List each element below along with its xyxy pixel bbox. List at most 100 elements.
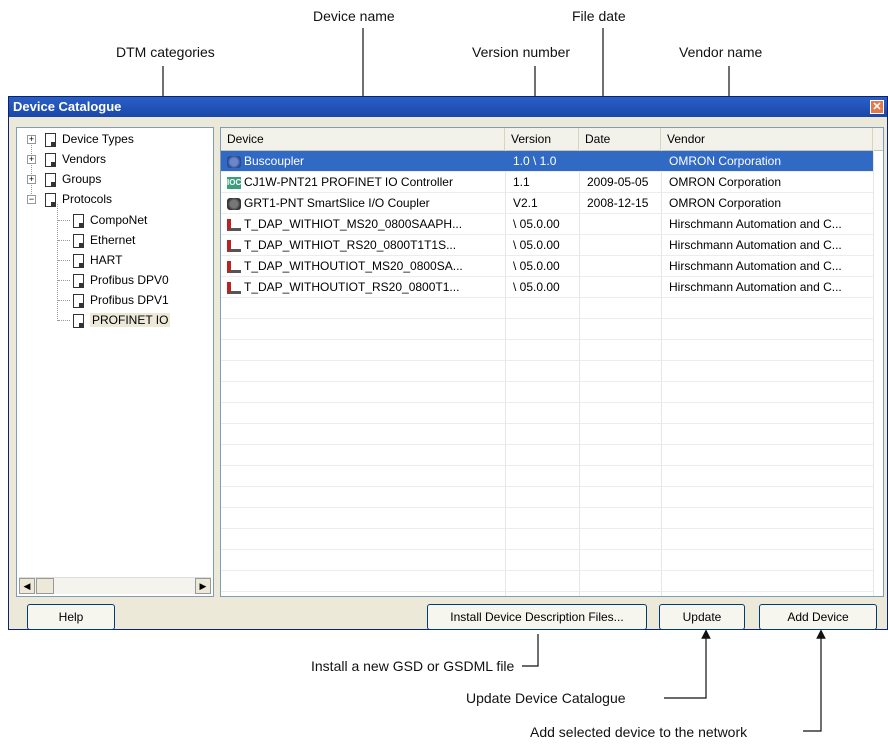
arrow-update: [664, 629, 711, 699]
add-device-button[interactable]: Add Device: [759, 604, 877, 630]
tree-item-componet[interactable]: CompoNet: [73, 211, 147, 229]
dtm-document-icon: [73, 293, 84, 308]
cell-vendor: Hirschmann Automation and C...: [669, 238, 842, 252]
callout-install-gsd: Install a new GSD or GSDML file: [311, 658, 515, 674]
column-header-date[interactable]: Date: [579, 128, 661, 150]
close-icon[interactable]: ✕: [870, 100, 884, 114]
dtm-folder-icon: [45, 172, 56, 187]
callout-update-catalogue: Update Device Catalogue: [466, 690, 626, 706]
tree-connector: [58, 280, 70, 281]
dtm-document-icon: [73, 253, 84, 268]
tree-connector: [58, 260, 70, 261]
tree-item-hart[interactable]: HART: [73, 251, 122, 269]
switch-device-icon: [227, 260, 241, 273]
cell-date: [583, 256, 663, 276]
cell-version: V2.1: [513, 196, 538, 210]
cell-version: 1.1: [513, 175, 530, 189]
cell-device: Buscoupler: [244, 154, 305, 168]
callout-vendor-name: Vendor name: [679, 44, 763, 60]
tree-item-label: Profibus DPV0: [90, 273, 169, 287]
network-device-icon: [227, 155, 241, 168]
column-header-vendor[interactable]: Vendor: [661, 128, 873, 150]
tree-horizontal-scrollbar[interactable]: ◀ ▶: [19, 577, 211, 594]
dtm-folder-icon: [45, 152, 56, 167]
tree-connector: [58, 220, 70, 221]
empty-row: [221, 424, 873, 445]
network-device-icon: [227, 197, 241, 210]
cell-device: T_DAP_WITHIOT_RS20_0800T1T1S...: [244, 238, 457, 252]
switch-device-icon: [227, 218, 241, 231]
help-button[interactable]: Help: [27, 604, 115, 630]
tree-connector: [58, 240, 70, 241]
cell-vendor: Hirschmann Automation and C...: [669, 280, 842, 294]
cell-date: [583, 277, 663, 297]
window-title: Device Catalogue: [13, 99, 122, 114]
cell-device: GRT1-PNT SmartSlice I/O Coupler: [244, 196, 430, 210]
dtm-folder-icon: [45, 192, 56, 207]
ioc-icon: IOC: [227, 176, 242, 189]
scroll-left-icon[interactable]: ◀: [19, 578, 35, 594]
tree-item-profibus-dpv1[interactable]: Profibus DPV1: [73, 291, 169, 309]
cell-device: T_DAP_WITHOUTIOT_RS20_0800T1...: [244, 280, 460, 294]
empty-row: [221, 445, 873, 466]
cell-version: \ 05.0.00: [513, 238, 560, 252]
table-row[interactable]: GRT1-PNT SmartSlice I/O Coupler V2.1 200…: [221, 193, 873, 214]
cell-vendor: Hirschmann Automation and C...: [669, 259, 842, 273]
expand-icon[interactable]: +: [27, 155, 36, 164]
tree-item-profinet-io[interactable]: PROFINET IO: [73, 311, 171, 329]
table-row[interactable]: T_DAP_WITHOUTIOT_RS20_0800T1... \ 05.0.0…: [221, 277, 873, 298]
empty-row: [221, 382, 873, 403]
expand-icon[interactable]: +: [27, 175, 36, 184]
collapse-icon[interactable]: −: [27, 195, 36, 204]
empty-row: [221, 403, 873, 424]
scroll-thumb[interactable]: [36, 578, 54, 594]
empty-row: [221, 298, 873, 319]
empty-row: [221, 319, 873, 340]
tree-item-label: Groups: [62, 172, 102, 186]
tree-item-ethernet[interactable]: Ethernet: [73, 231, 135, 249]
table-row[interactable]: T_DAP_WITHOUTIOT_MS20_0800SA... \ 05.0.0…: [221, 256, 873, 277]
scroll-right-icon[interactable]: ▶: [195, 578, 211, 594]
tree-item-label: Profibus DPV1: [90, 293, 169, 307]
tree-item-label: Protocols: [62, 192, 113, 206]
cell-device: T_DAP_WITHIOT_MS20_0800SAAPH...: [244, 217, 463, 231]
cell-version: \ 05.0.00: [513, 280, 560, 294]
expand-icon[interactable]: +: [27, 135, 36, 144]
table-row[interactable]: T_DAP_WITHIOT_RS20_0800T1T1S... \ 05.0.0…: [221, 235, 873, 256]
table-row-selected[interactable]: Buscoupler 1.0 \ 1.0 OMRON Corporation: [221, 151, 873, 172]
cell-date: 2008-12-15: [587, 196, 649, 210]
empty-row: [221, 550, 873, 571]
cell-version: \ 05.0.00: [513, 217, 560, 231]
empty-row: [221, 340, 873, 361]
window-titlebar: Device Catalogue ✕: [9, 97, 887, 117]
device-list[interactable]: Device Version Date Vendor Buscoupler 1.…: [220, 127, 884, 597]
tree-connector: [58, 300, 70, 301]
cell-device: T_DAP_WITHOUTIOT_MS20_0800SA...: [244, 259, 463, 273]
dtm-document-icon: [73, 213, 84, 228]
dtm-document-icon: [73, 233, 84, 248]
dtm-document-icon: [73, 313, 84, 328]
tree-item-label-selected: PROFINET IO: [90, 313, 171, 327]
empty-row: [221, 466, 873, 487]
tree-item-label: Vendors: [62, 152, 107, 166]
cell-vendor: OMRON Corporation: [669, 154, 782, 168]
column-header-version[interactable]: Version: [505, 128, 579, 150]
switch-device-icon: [227, 281, 241, 294]
column-header-device[interactable]: Device: [221, 128, 505, 150]
table-row[interactable]: IOC CJ1W-PNT21 PROFINET IO Controller 1.1…: [221, 172, 873, 193]
tree-item-label: CompoNet: [90, 213, 148, 227]
arrow-add-device: [803, 629, 826, 732]
update-button[interactable]: Update: [659, 604, 745, 630]
tree-item-profibus-dpv0[interactable]: Profibus DPV0: [73, 271, 169, 289]
tree-item-label: HART: [90, 253, 123, 267]
dtm-category-tree[interactable]: + Device Types + Vendors + Groups − Prot…: [16, 127, 214, 597]
install-device-description-files-button[interactable]: Install Device Description Files...: [427, 604, 647, 630]
cell-date: [583, 235, 663, 255]
tree-item-label: Device Types: [62, 132, 134, 146]
empty-row: [221, 529, 873, 550]
dtm-document-icon: [73, 273, 84, 288]
arrow-install: [522, 634, 539, 667]
device-list-header: Device Version Date Vendor: [221, 128, 883, 151]
device-catalogue-window: Device Catalogue ✕ + Device Types + Vend…: [8, 96, 888, 630]
table-row[interactable]: T_DAP_WITHIOT_MS20_0800SAAPH... \ 05.0.0…: [221, 214, 873, 235]
